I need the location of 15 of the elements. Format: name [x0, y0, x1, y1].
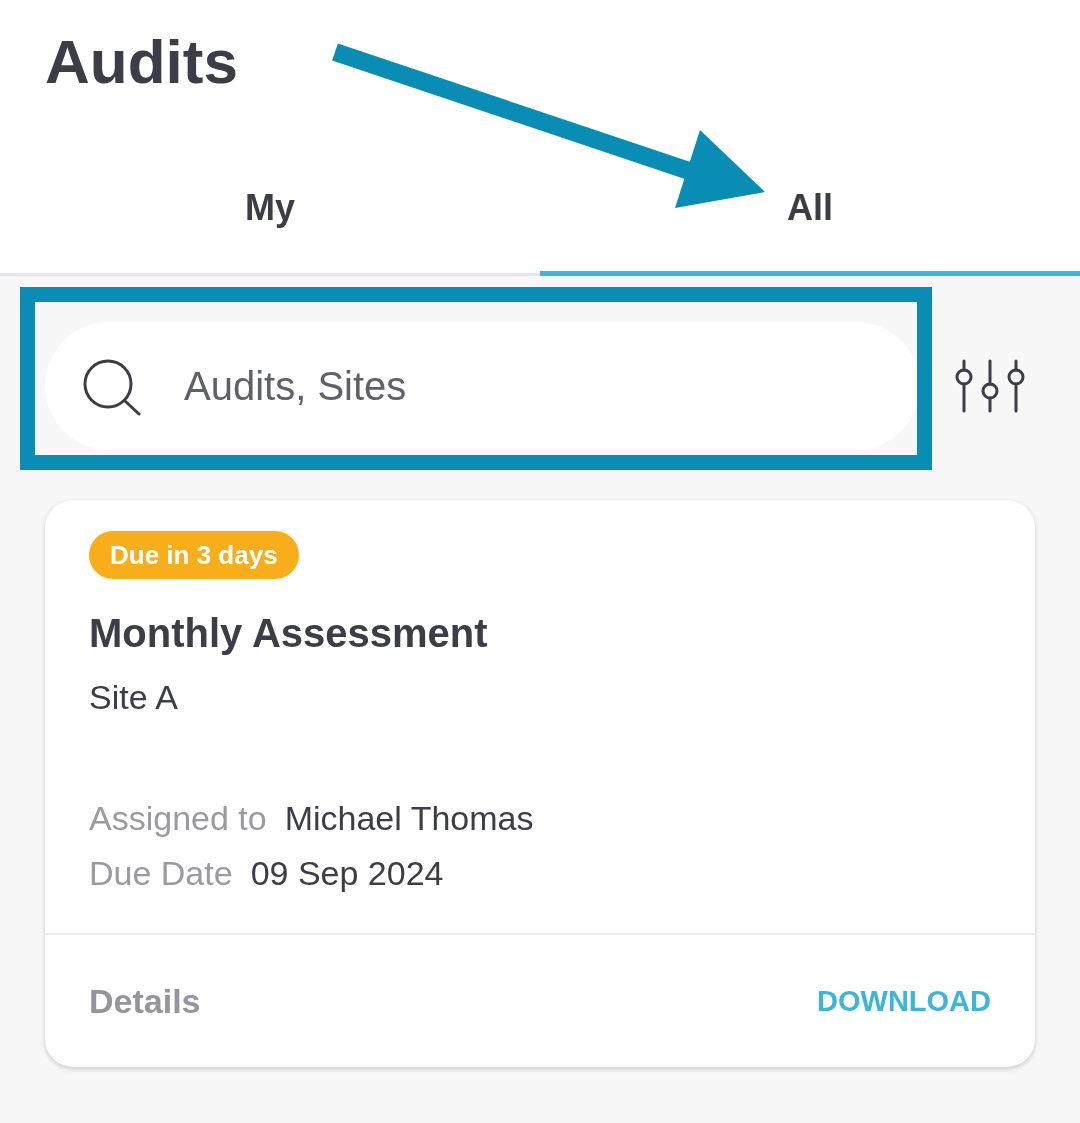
field-value: Michael Thomas: [284, 798, 534, 839]
field-label: Assigned to: [89, 798, 267, 839]
search-field[interactable]: Audits, Sites: [45, 322, 920, 450]
field-label: Due Date: [89, 853, 233, 894]
tab[interactable]: All: [540, 150, 1080, 276]
site-name: Site A: [89, 677, 179, 718]
search-input[interactable]: Audits, Sites: [184, 362, 880, 410]
filter-icon: [955, 359, 1025, 413]
tab[interactable]: My: [0, 150, 540, 276]
audit-title: Monthly Assessment: [89, 610, 489, 657]
filter-button[interactable]: [955, 359, 1025, 413]
due-badge: Due in 3 days: [89, 531, 299, 579]
field-value: 09 Sep 2024: [250, 853, 444, 894]
search-icon: [82, 358, 142, 416]
page-title: Audits: [45, 26, 238, 98]
